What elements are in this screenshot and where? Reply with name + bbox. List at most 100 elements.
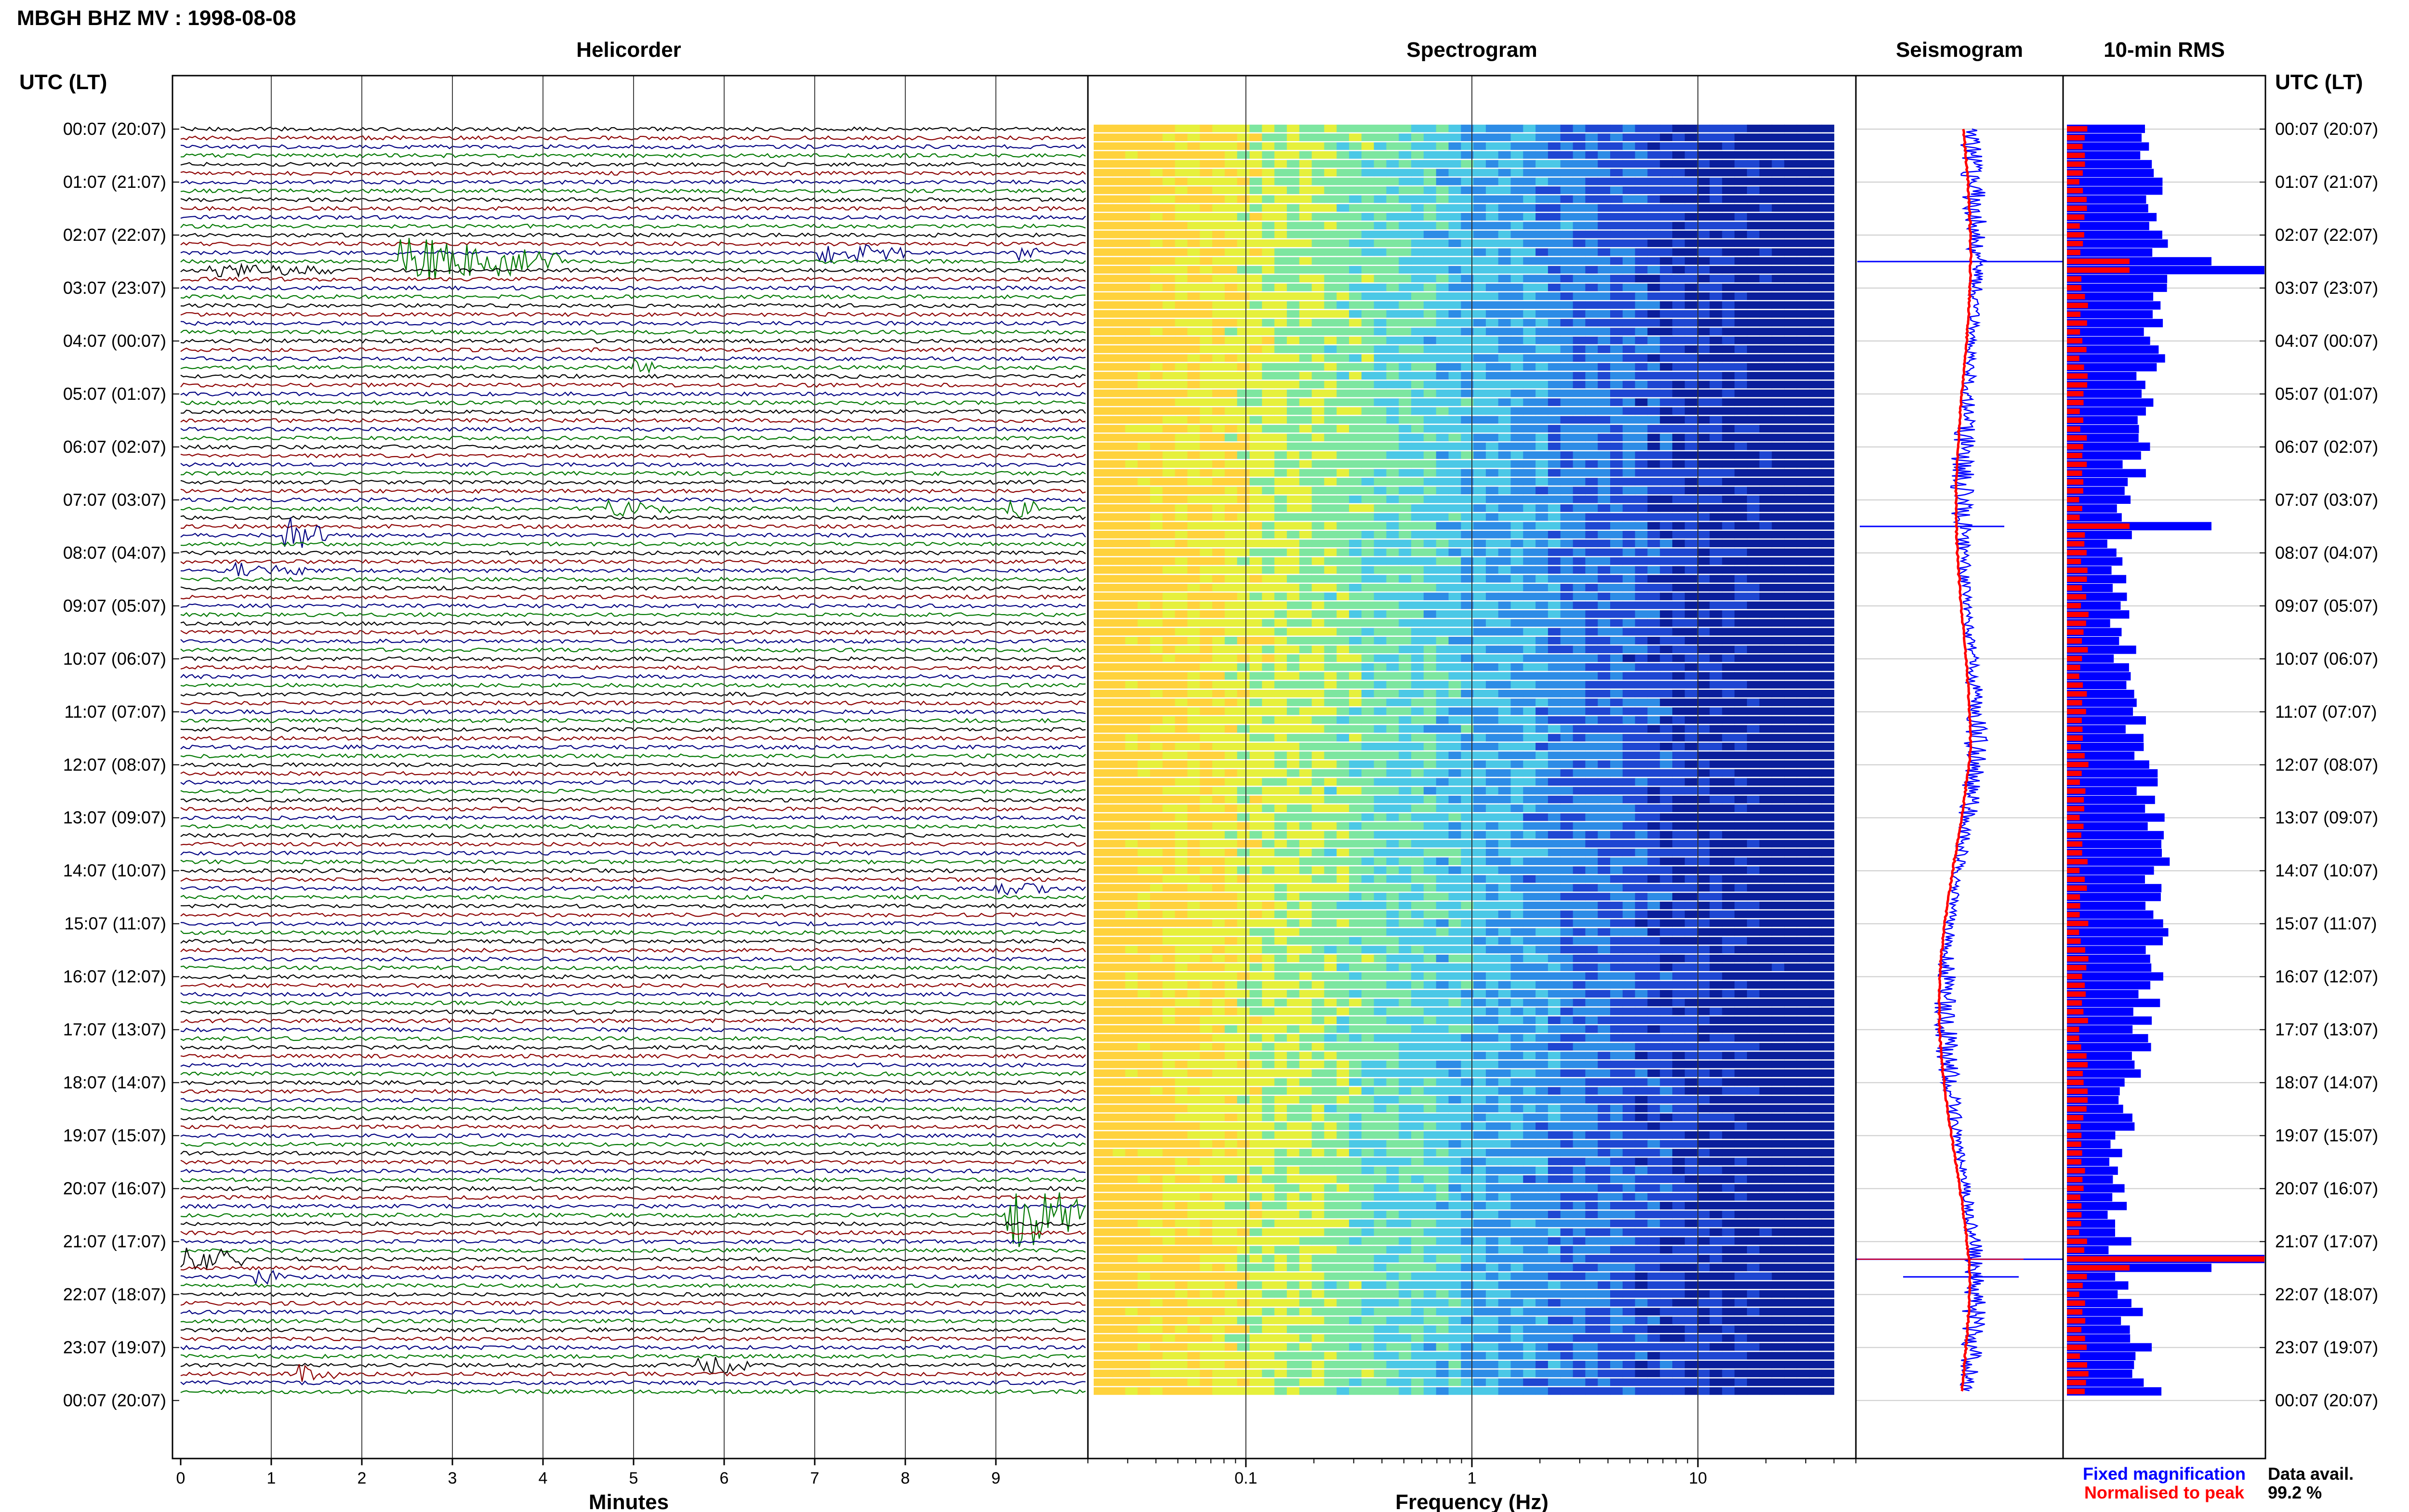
spectrogram-cell bbox=[1647, 372, 1660, 380]
spectrogram-cell bbox=[1138, 478, 1151, 486]
spectrogram-cell bbox=[1734, 672, 1747, 680]
spectrogram-cell bbox=[1187, 354, 1200, 362]
spectrogram-cell bbox=[1162, 372, 1176, 380]
spectrogram-cell bbox=[1759, 592, 1773, 601]
spectrogram-cell bbox=[1647, 539, 1660, 548]
spectrogram-cell bbox=[1610, 160, 1623, 168]
spectrogram-cell bbox=[1635, 575, 1648, 583]
spectrogram-cell bbox=[1759, 434, 1773, 442]
spectrogram-cell bbox=[1598, 619, 1611, 627]
spectrogram-cell bbox=[1573, 451, 1586, 459]
spectrogram-cell bbox=[1224, 513, 1238, 521]
spectrogram-cell bbox=[1224, 742, 1238, 750]
spectrogram-cell bbox=[1324, 822, 1337, 830]
spectrogram-cell bbox=[1262, 328, 1275, 336]
spectrogram-cell bbox=[1672, 742, 1685, 750]
spectrogram-cell bbox=[1436, 177, 1449, 185]
spectrogram-cell bbox=[1573, 230, 1586, 238]
spectrogram-cell bbox=[1100, 416, 1113, 424]
spectrogram-cell bbox=[1772, 292, 1785, 300]
spectrogram-cell bbox=[1386, 707, 1399, 715]
spectrogram-cell bbox=[1374, 654, 1387, 662]
spectrogram-cell bbox=[1598, 637, 1611, 644]
spectrogram-cell bbox=[1772, 204, 1785, 212]
spectrogram-cell bbox=[1647, 584, 1660, 592]
spectrogram-cell bbox=[1262, 575, 1275, 583]
spectrogram-cell bbox=[1660, 469, 1673, 477]
spectrogram-cell bbox=[1523, 124, 1536, 132]
spectrogram-cell bbox=[1249, 628, 1262, 636]
spectrogram-cell bbox=[1324, 584, 1337, 592]
spectrogram-cell bbox=[1684, 407, 1698, 415]
spectrogram-cell bbox=[1672, 310, 1685, 318]
spectrogram-cell bbox=[1125, 513, 1138, 521]
spectrogram-cell bbox=[1548, 751, 1561, 760]
spectrogram-cell bbox=[1112, 319, 1125, 327]
spectrogram-cell bbox=[1585, 645, 1598, 654]
spectrogram-cell bbox=[1423, 504, 1437, 512]
spectrogram-cell bbox=[1722, 539, 1735, 548]
spectrogram-cell bbox=[1647, 336, 1660, 344]
spectrogram-cell bbox=[1175, 186, 1188, 194]
spectrogram-cell bbox=[1436, 451, 1449, 459]
spectrogram-cell bbox=[1672, 292, 1685, 300]
spectrogram-cell bbox=[1374, 195, 1387, 203]
spectrogram-cell bbox=[1759, 398, 1773, 406]
spectrogram-cell bbox=[1709, 601, 1722, 609]
spectrogram-cell bbox=[1647, 257, 1660, 265]
spectrogram-cell bbox=[1361, 557, 1375, 565]
spectrogram-cell bbox=[1125, 469, 1138, 477]
spectrogram-cell bbox=[1672, 751, 1685, 760]
spectrogram-cell bbox=[1510, 389, 1523, 397]
spectrogram-cell bbox=[1094, 292, 1101, 300]
spectrogram-cell bbox=[1112, 804, 1125, 812]
spectrogram-cell bbox=[1399, 601, 1412, 609]
spectrogram-cell bbox=[1212, 292, 1225, 300]
spectrogram-cell bbox=[1361, 787, 1375, 795]
spectrogram-cell bbox=[1747, 584, 1760, 592]
spectrogram-cell bbox=[1498, 672, 1511, 680]
spectrogram-cell bbox=[1286, 389, 1300, 397]
spectrogram-cell bbox=[1598, 654, 1611, 662]
spectrogram-cell bbox=[1200, 345, 1213, 353]
spectrogram-cell bbox=[1399, 451, 1412, 459]
spectrogram-cell bbox=[1684, 672, 1698, 680]
spectrogram-cell bbox=[1262, 460, 1275, 468]
spectrogram-cell bbox=[1299, 310, 1312, 318]
spectrogram-cell bbox=[1784, 160, 1797, 168]
spectrogram-cell bbox=[1660, 751, 1673, 760]
spectrogram-cell bbox=[1709, 160, 1722, 168]
spectrogram-cell bbox=[1187, 831, 1200, 839]
spectrogram-cell bbox=[1635, 292, 1648, 300]
spectrogram-cell bbox=[1150, 169, 1163, 177]
spectrogram-cell bbox=[1548, 592, 1561, 601]
spectrogram-cell bbox=[1399, 725, 1412, 733]
spectrogram-cell bbox=[1821, 301, 1835, 309]
spectrogram-cell bbox=[1212, 460, 1225, 468]
spectrogram-cell bbox=[1112, 539, 1125, 548]
spectrogram-cell bbox=[1772, 654, 1785, 662]
spectrogram-cell bbox=[1125, 716, 1138, 724]
spectrogram-cell bbox=[1094, 239, 1101, 247]
spectrogram-cell bbox=[1125, 531, 1138, 539]
spectrogram-cell bbox=[1374, 169, 1387, 177]
spectrogram-cell bbox=[1138, 619, 1151, 627]
spectrogram-cell bbox=[1660, 760, 1673, 768]
spectrogram-cell bbox=[1274, 469, 1287, 477]
spectrogram-cell bbox=[1112, 266, 1125, 274]
spectrogram-cell bbox=[1473, 142, 1486, 150]
spectrogram-cell bbox=[1274, 804, 1287, 812]
spectrogram-cell bbox=[1598, 566, 1611, 574]
spectrogram-cell bbox=[1548, 513, 1561, 521]
spectrogram-cell bbox=[1374, 301, 1387, 309]
spectrogram-cell bbox=[1349, 575, 1362, 583]
spectrogram-cell bbox=[1349, 478, 1362, 486]
spectrogram-cell bbox=[1094, 725, 1101, 733]
spectrogram-cell bbox=[1187, 142, 1200, 150]
spectrogram-cell bbox=[1162, 539, 1176, 548]
spectrogram-cell bbox=[1324, 372, 1337, 380]
spectrogram-cell bbox=[1337, 319, 1350, 327]
spectrogram-cell bbox=[1311, 707, 1324, 715]
spectrogram-cell bbox=[1337, 610, 1350, 618]
spectrogram-cell bbox=[1573, 645, 1586, 654]
